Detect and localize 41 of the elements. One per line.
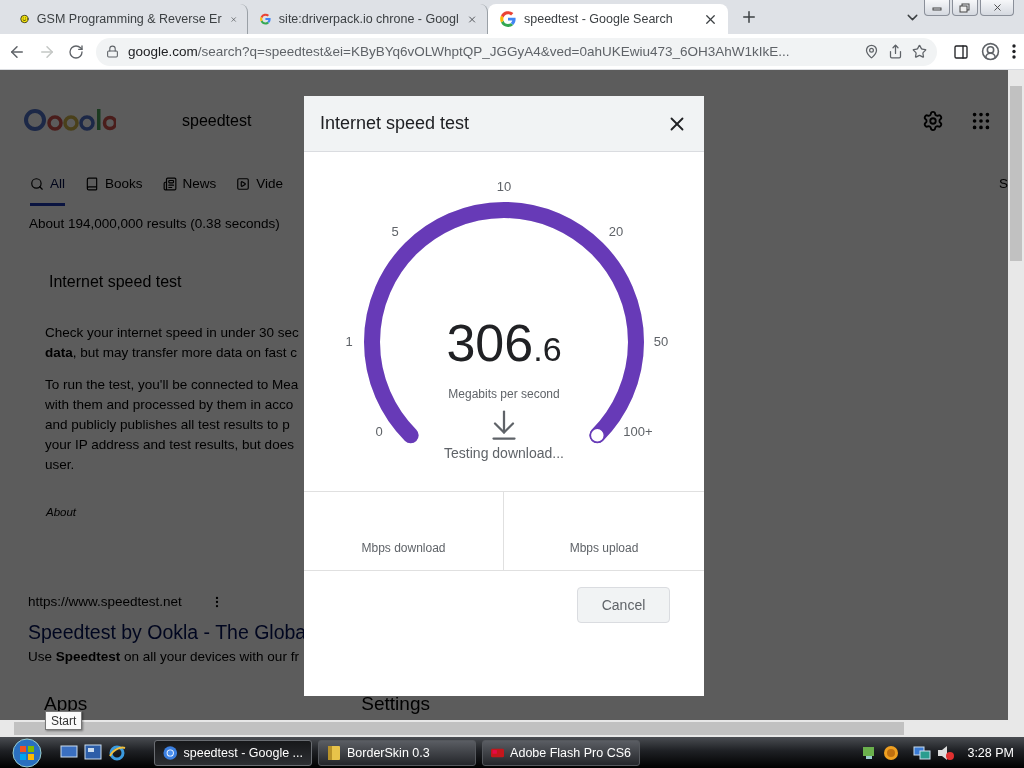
gauge-label: 20 (608, 224, 624, 240)
tooltip: Start (45, 711, 83, 730)
result-url: https://www.speedtest.net (28, 594, 182, 609)
search-tab[interactable]: Books (85, 176, 143, 206)
cancel-button[interactable]: Cancel (577, 587, 670, 623)
gauge-label: 1 (345, 334, 353, 350)
gauge-label: 100+ (623, 424, 653, 440)
paragraph-line: To run the test, you'll be connected to Mea (45, 376, 299, 394)
search-tab[interactable]: Vide (236, 176, 284, 206)
paragraph-line: Check your internet speed in under 30 sec (45, 324, 299, 342)
speed-reading: 306.6 (446, 313, 562, 374)
result-title[interactable]: Speedtest by Ookla - The Globa (28, 621, 307, 644)
result-label: Mbps download (361, 541, 446, 555)
result-label: Mbps upload (569, 541, 639, 555)
address-field[interactable]: google.com/search?q=speedtest&ei=KByBYq6vOLWhptQP_JGGyA4&ved=0ahUKEwiu473_6OH3AhW1kIkE... (96, 37, 937, 66)
speed-unit: Megabits per second (448, 387, 560, 401)
test-status: Testing download... (444, 445, 564, 461)
taskbar-button[interactable]: Adobe Flash Pro CS6 (482, 739, 640, 766)
paragraph-line: user. (45, 456, 75, 474)
result-stats: About 194,000,000 results (0.38 seconds) (28, 216, 281, 231)
paragraph-line: and publicly publishes all test results to p (45, 416, 290, 434)
result-snippet: Use Speedtest on all your devices with our fr (28, 649, 299, 664)
search-tab[interactable]: S (999, 176, 1008, 191)
search-query[interactable]: speedtest (182, 112, 252, 130)
card-title: Internet speed test (49, 273, 183, 291)
search-tab[interactable]: News (162, 176, 217, 206)
paragraph-line: your IP address and test results, but does (45, 436, 294, 454)
search-tab[interactable]: All (30, 176, 65, 206)
clock: 3:28 PM (967, 745, 1014, 760)
section-title: Settings (361, 694, 430, 714)
gauge-label: 0 (375, 424, 383, 440)
browser-tab[interactable]: speedtest - Google Search (488, 4, 728, 34)
gauge-label: 50 (653, 334, 669, 350)
paragraph-line: with them and processed by them in acco (45, 396, 294, 414)
about-link[interactable]: About (46, 506, 77, 518)
gauge-label: 5 (391, 224, 399, 240)
taskbar-button[interactable]: speedtest - Google ... (154, 739, 312, 766)
taskbar-button[interactable]: BorderSkin 0.3 (318, 739, 476, 766)
paragraph-line: data, but may transfer more data on fast c (45, 344, 298, 362)
dialog-title: Internet speed test (320, 113, 471, 134)
gauge-label: 10 (496, 179, 512, 195)
